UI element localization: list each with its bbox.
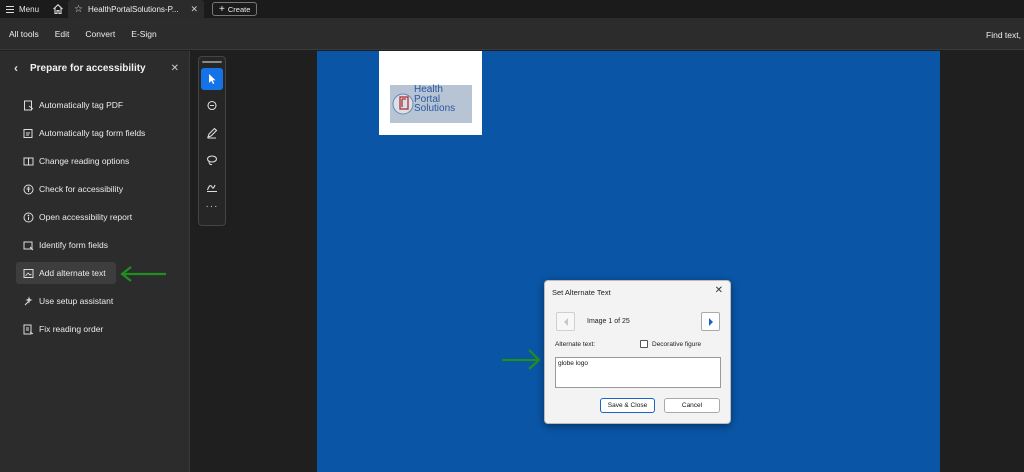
alt-text-icon bbox=[22, 267, 34, 279]
sidebar-item-auto-tag-pdf[interactable]: Automatically tag PDF bbox=[0, 91, 189, 119]
star-icon[interactable]: ☆ bbox=[74, 4, 83, 15]
tool-list: Automatically tag PDF Automatically tag … bbox=[0, 85, 189, 343]
menu-button[interactable]: Menu bbox=[0, 0, 45, 18]
sidebar-item-label: Change reading options bbox=[39, 156, 130, 166]
sidebar-item-check-accessibility[interactable]: Check for accessibility bbox=[0, 175, 189, 203]
decorative-figure-label: Decorative figure bbox=[652, 340, 702, 348]
main-toolbar: All tools Edit Convert E-Sign Find text, bbox=[0, 18, 1024, 50]
draw-tool-button[interactable] bbox=[201, 149, 223, 171]
set-alternate-text-dialog: Set Alternate Text ✕ Image 1 of 25 Alter… bbox=[544, 280, 731, 424]
signature-icon bbox=[206, 184, 217, 192]
tool-convert[interactable]: Convert bbox=[77, 29, 123, 39]
lasso-icon bbox=[206, 155, 218, 166]
arrow-right-icon bbox=[708, 317, 713, 326]
tag-pdf-icon bbox=[22, 99, 34, 111]
quick-tools-strip: ··· bbox=[198, 56, 226, 226]
pen-icon bbox=[207, 127, 218, 139]
sidebar-item-label: Use setup assistant bbox=[39, 296, 114, 306]
panel-title: Prepare for accessibility bbox=[30, 62, 146, 74]
plus-icon: + bbox=[219, 3, 225, 15]
highlight-tool-button[interactable] bbox=[201, 122, 223, 144]
back-icon[interactable]: ‹ bbox=[14, 61, 18, 75]
arrow-left-icon bbox=[563, 317, 568, 326]
cancel-button[interactable]: Cancel bbox=[664, 398, 720, 413]
alternate-text-input[interactable]: globe logo bbox=[555, 357, 721, 388]
dialog-close-icon[interactable]: ✕ bbox=[715, 285, 723, 296]
save-and-close-button[interactable]: Save & Close bbox=[600, 398, 655, 413]
select-tool-button[interactable] bbox=[201, 68, 223, 90]
report-icon bbox=[22, 211, 34, 223]
sidebar-item-identify-form-fields[interactable]: Identify form fields bbox=[0, 231, 189, 259]
cursor-icon bbox=[209, 74, 216, 84]
sidebar-item-setup-assistant[interactable]: Use setup assistant bbox=[0, 287, 189, 315]
sidebar-item-label: Open accessibility report bbox=[39, 212, 133, 222]
setup-assistant-icon bbox=[22, 295, 34, 307]
decorative-figure-checkbox[interactable]: Decorative figure bbox=[640, 340, 701, 348]
sidebar-item-label: Fix reading order bbox=[39, 324, 104, 334]
close-tab-icon[interactable]: ✕ bbox=[190, 4, 198, 15]
logo-line-3: Solutions bbox=[414, 103, 456, 114]
find-text-button[interactable]: Find text, bbox=[986, 30, 1021, 40]
sign-tool-button[interactable] bbox=[201, 176, 223, 198]
comment-tool-button[interactable] bbox=[201, 95, 223, 117]
sidebar-item-label: Add alternate text bbox=[39, 268, 106, 278]
reading-options-icon bbox=[22, 155, 34, 167]
create-button[interactable]: + Create bbox=[212, 2, 258, 16]
tool-edit[interactable]: Edit bbox=[47, 29, 78, 39]
home-icon[interactable] bbox=[51, 3, 64, 16]
form-fields-icon bbox=[22, 239, 34, 251]
sidebar-item-label: Automatically tag form fields bbox=[39, 128, 146, 138]
document-tab[interactable]: ☆ HealthPortalSolutions-P... ✕ bbox=[68, 0, 205, 18]
hamburger-icon bbox=[6, 5, 14, 13]
sidebar-item-reading-options[interactable]: Change reading options bbox=[0, 147, 189, 175]
dialog-title: Set Alternate Text bbox=[552, 288, 611, 297]
next-image-button[interactable] bbox=[701, 312, 720, 331]
sidebar-item-add-alternate-text[interactable]: Add alternate text bbox=[16, 262, 116, 284]
sidebar-item-fix-reading-order[interactable]: Fix reading order bbox=[0, 315, 189, 343]
tool-e-sign[interactable]: E-Sign bbox=[123, 29, 165, 39]
reading-order-icon bbox=[22, 323, 34, 335]
comment-icon bbox=[207, 100, 217, 111]
document-tab-title: HealthPortalSolutions-P... bbox=[87, 4, 179, 14]
image-counter: Image 1 of 25 bbox=[587, 318, 630, 325]
checkbox-icon[interactable] bbox=[640, 340, 648, 348]
tag-form-icon bbox=[22, 127, 34, 139]
panel-header: ‹ Prepare for accessibility ✕ bbox=[0, 51, 189, 85]
create-label: Create bbox=[227, 4, 251, 14]
previous-image-button[interactable] bbox=[556, 312, 575, 331]
health-portal-logo[interactable]: Health Portal Solutions bbox=[390, 85, 472, 123]
annotation-arrow-sidebar bbox=[120, 266, 166, 282]
tab-bar: Menu ☆ HealthPortalSolutions-P... ✕ + Cr… bbox=[0, 0, 1024, 18]
sidebar-item-accessibility-report[interactable]: Open accessibility report bbox=[0, 203, 189, 231]
sidebar-item-auto-tag-form-fields[interactable]: Automatically tag form fields bbox=[0, 119, 189, 147]
close-panel-icon[interactable]: ✕ bbox=[171, 63, 179, 74]
sidebar-item-label: Check for accessibility bbox=[39, 184, 124, 194]
tool-all-tools[interactable]: All tools bbox=[0, 29, 47, 39]
globe-icon bbox=[392, 93, 414, 115]
annotation-arrow-dialog bbox=[502, 349, 541, 370]
drag-handle[interactable] bbox=[202, 61, 222, 63]
accessibility-panel: ‹ Prepare for accessibility ✕ Automatica… bbox=[0, 51, 190, 472]
alternate-text-label: Alternate text: bbox=[555, 341, 596, 348]
sidebar-item-label: Automatically tag PDF bbox=[39, 100, 124, 110]
accessibility-check-icon bbox=[22, 183, 34, 195]
logo-text: Health Portal Solutions bbox=[414, 85, 455, 114]
sidebar-item-label: Identify form fields bbox=[39, 240, 108, 250]
acrobat-window: Menu ☆ HealthPortalSolutions-P... ✕ + Cr… bbox=[0, 0, 1024, 472]
more-tools-icon[interactable]: ··· bbox=[199, 201, 225, 212]
menu-label: Menu bbox=[19, 4, 40, 14]
